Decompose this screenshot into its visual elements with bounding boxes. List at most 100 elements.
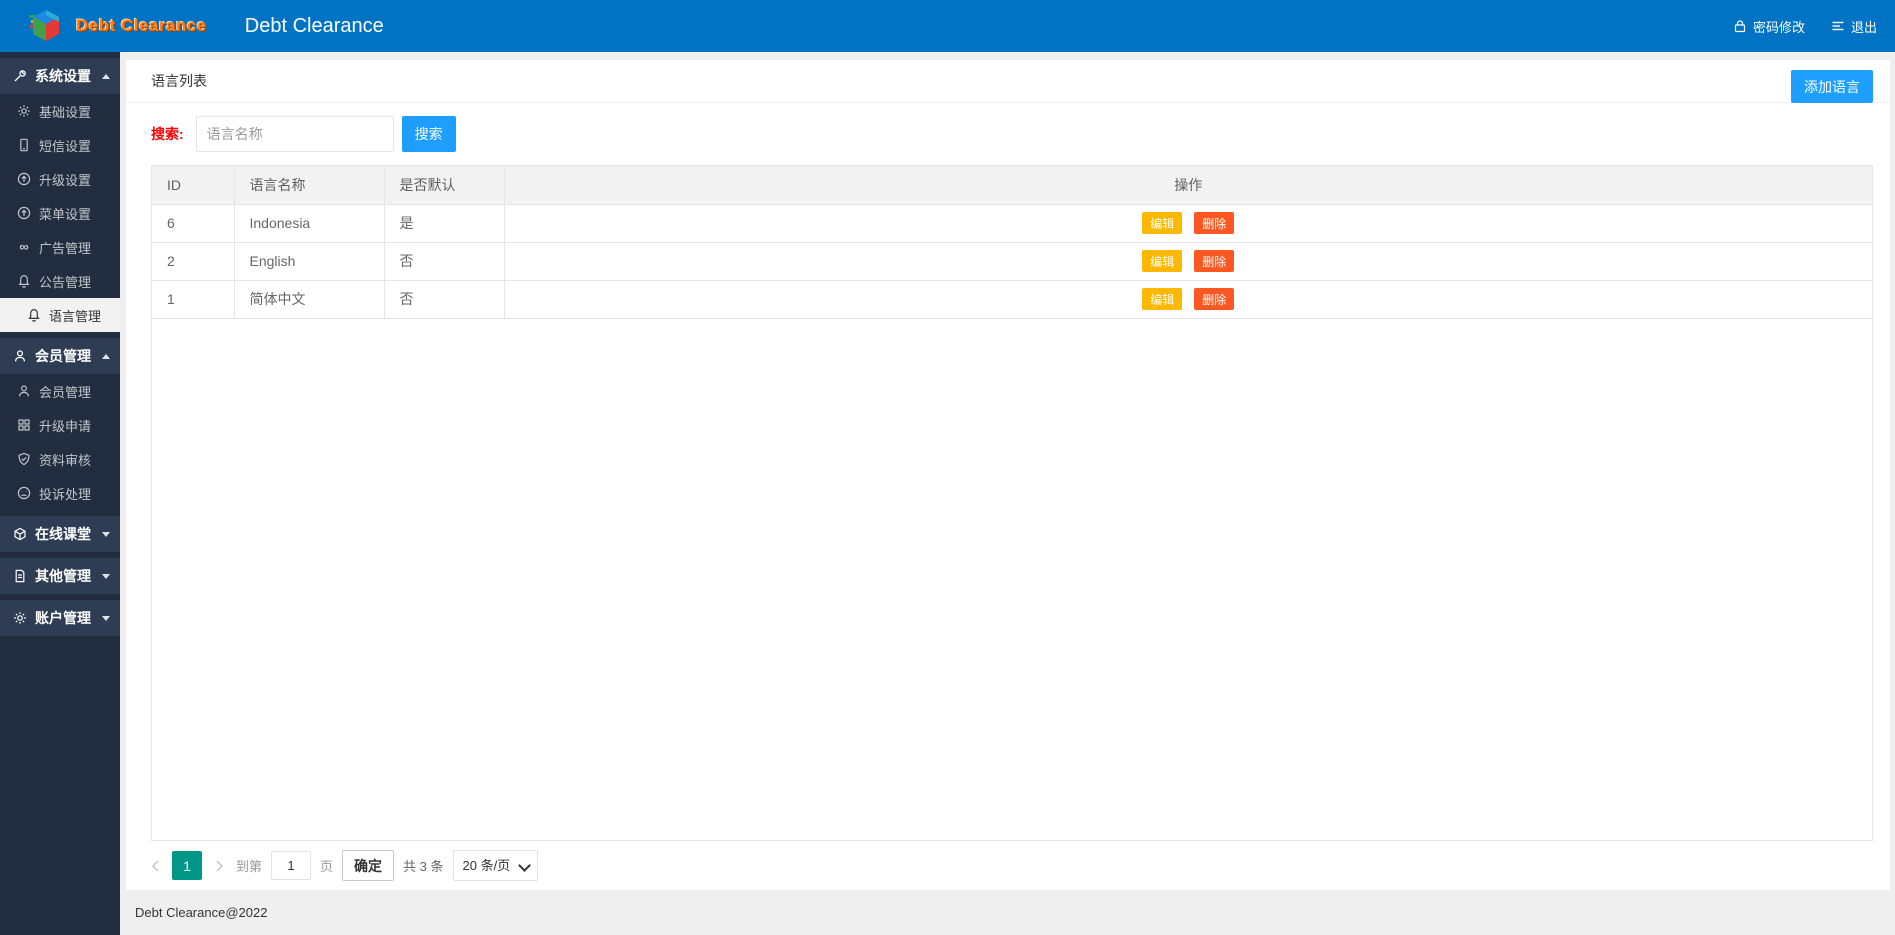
add-language-button[interactable]: 添加语言 <box>1791 70 1873 103</box>
search-bar: 搜索: 搜索 <box>126 103 1890 165</box>
gear-icon <box>13 611 27 625</box>
logout-icon <box>1831 19 1845 33</box>
sidebar-group-system-settings[interactable]: 系统设置 <box>0 58 120 94</box>
logo-cube-icon <box>28 8 64 44</box>
sidebar-item-menu-settings[interactable]: 菜单设置 <box>0 196 120 230</box>
chevron-down-icon <box>102 616 110 621</box>
cell-is-default: 是 <box>384 204 504 242</box>
sidebar-item-label: 资料审核 <box>39 450 91 469</box>
change-password-label: 密码修改 <box>1753 17 1805 36</box>
edit-button[interactable]: 编辑 <box>1142 212 1182 234</box>
phone-icon <box>17 138 31 152</box>
sidebar-item-profile-review[interactable]: 资料审核 <box>0 442 120 476</box>
table-header-row: ID 语言名称 是否默认 操作 <box>152 166 1872 204</box>
sidebar-item-label: 公告管理 <box>39 272 91 291</box>
cell-actions: 编辑 删除 <box>504 204 1872 242</box>
circle-up-icon <box>17 172 31 186</box>
change-password-link[interactable]: 密码修改 <box>1733 17 1805 36</box>
column-header-id: ID <box>152 166 234 204</box>
delete-button[interactable]: 删除 <box>1194 288 1234 310</box>
sidebar-item-sms-settings[interactable]: 短信设置 <box>0 128 120 162</box>
topbar: Debt Clearance Debt Clearance 密码修改 退出 <box>0 0 1895 52</box>
current-page-badge[interactable]: 1 <box>172 851 202 880</box>
file-icon <box>13 569 27 583</box>
topbar-actions: 密码修改 退出 <box>1733 17 1877 36</box>
table-row: 1 简体中文 否 编辑 删除 <box>152 280 1872 318</box>
chevron-down-icon <box>102 574 110 579</box>
search-input[interactable] <box>196 116 394 152</box>
cell-language-name: 简体中文 <box>234 280 384 318</box>
jump-prefix-label: 到第 <box>236 856 262 875</box>
sidebar-item-upgrade-request[interactable]: 升级申请 <box>0 408 120 442</box>
sidebar-item-ad-management[interactable]: ∞ 广告管理 <box>0 230 120 264</box>
sidebar-group-label: 在线课堂 <box>35 524 91 544</box>
prev-page-button[interactable] <box>147 852 163 880</box>
language-table: ID 语言名称 是否默认 操作 6 Indonesia 是 编辑 删除 <box>151 165 1873 841</box>
page-size-select-wrap: 20 条/页 <box>453 850 538 881</box>
cell-id: 2 <box>152 242 234 280</box>
cell-language-name: English <box>234 242 384 280</box>
sidebar-group-online-classroom[interactable]: 在线课堂 <box>0 516 120 552</box>
chevron-up-icon <box>102 74 110 79</box>
card-title: 语言列表 <box>151 71 207 91</box>
user-icon <box>13 349 27 363</box>
cube-icon <box>13 527 27 541</box>
column-header-language-name: 语言名称 <box>234 166 384 204</box>
sidebar-item-member-management[interactable]: 会员管理 <box>0 374 120 408</box>
sidebar-item-label: 语言管理 <box>49 306 101 325</box>
infinity-icon: ∞ <box>17 240 31 254</box>
shield-check-icon <box>17 452 31 466</box>
copyright-label: Debt Clearance@2022 <box>135 905 267 920</box>
chevron-right-icon <box>215 860 224 872</box>
sidebar-item-notice-management[interactable]: 公告管理 <box>0 264 120 298</box>
table-row: 2 English 否 编辑 删除 <box>152 242 1872 280</box>
grid-icon <box>17 418 31 432</box>
cell-actions: 编辑 删除 <box>504 280 1872 318</box>
edit-button[interactable]: 编辑 <box>1142 288 1182 310</box>
gear-icon <box>17 104 31 118</box>
sidebar-group-label: 系统设置 <box>35 66 91 86</box>
sidebar-group-label: 其他管理 <box>35 566 91 586</box>
sidebar-item-basic-settings[interactable]: 基础设置 <box>0 94 120 128</box>
user-icon <box>17 384 31 398</box>
sidebar-group-account-management[interactable]: 账户管理 <box>0 600 120 636</box>
bell-icon <box>27 308 41 322</box>
logo-text: Debt Clearance <box>76 16 207 36</box>
next-page-button[interactable] <box>211 852 227 880</box>
cell-actions: 编辑 删除 <box>504 242 1872 280</box>
sidebar-item-language-management[interactable]: 语言管理 <box>0 298 120 332</box>
cell-id: 6 <box>152 204 234 242</box>
table-row: 6 Indonesia 是 编辑 删除 <box>152 204 1872 242</box>
cell-language-name: Indonesia <box>234 204 384 242</box>
sidebar-group-other-management[interactable]: 其他管理 <box>0 558 120 594</box>
sidebar: 系统设置 基础设置 短信设置 升级设置 <box>0 52 120 935</box>
sidebar-item-label: 短信设置 <box>39 136 91 155</box>
page-size-select[interactable]: 20 条/页 <box>453 850 538 881</box>
confirm-page-button[interactable]: 确定 <box>342 850 394 881</box>
search-label: 搜索: <box>151 124 184 144</box>
logout-link[interactable]: 退出 <box>1831 17 1877 36</box>
delete-button[interactable]: 删除 <box>1194 212 1234 234</box>
logout-label: 退出 <box>1851 17 1877 36</box>
sidebar-item-label: 菜单设置 <box>39 204 91 223</box>
wrench-icon <box>13 69 27 83</box>
edit-button[interactable]: 编辑 <box>1142 250 1182 272</box>
bell-icon <box>17 274 31 288</box>
page-jump-input[interactable] <box>271 851 311 880</box>
cell-id: 1 <box>152 280 234 318</box>
sidebar-item-label: 基础设置 <box>39 102 91 121</box>
sidebar-item-label: 升级申请 <box>39 416 91 435</box>
jump-suffix-label: 页 <box>320 856 333 875</box>
delete-button[interactable]: 删除 <box>1194 250 1234 272</box>
sidebar-group-member-management[interactable]: 会员管理 <box>0 338 120 374</box>
sidebar-item-label: 投诉处理 <box>39 484 91 503</box>
footer: Debt Clearance@2022 <box>120 890 1895 935</box>
search-button[interactable]: 搜索 <box>402 116 456 152</box>
sidebar-group-label: 账户管理 <box>35 608 91 628</box>
language-list-card: 语言列表 添加语言 搜索: 搜索 ID 语言名称 是否默认 操作 <box>126 60 1890 890</box>
pagination: 1 到第 页 确定 共 3 条 20 条/页 <box>126 841 1890 890</box>
sidebar-item-upgrade-settings[interactable]: 升级设置 <box>0 162 120 196</box>
column-header-actions: 操作 <box>504 166 1872 204</box>
page-title: Debt Clearance <box>245 15 384 38</box>
sidebar-item-complaint-handling[interactable]: 投诉处理 <box>0 476 120 510</box>
